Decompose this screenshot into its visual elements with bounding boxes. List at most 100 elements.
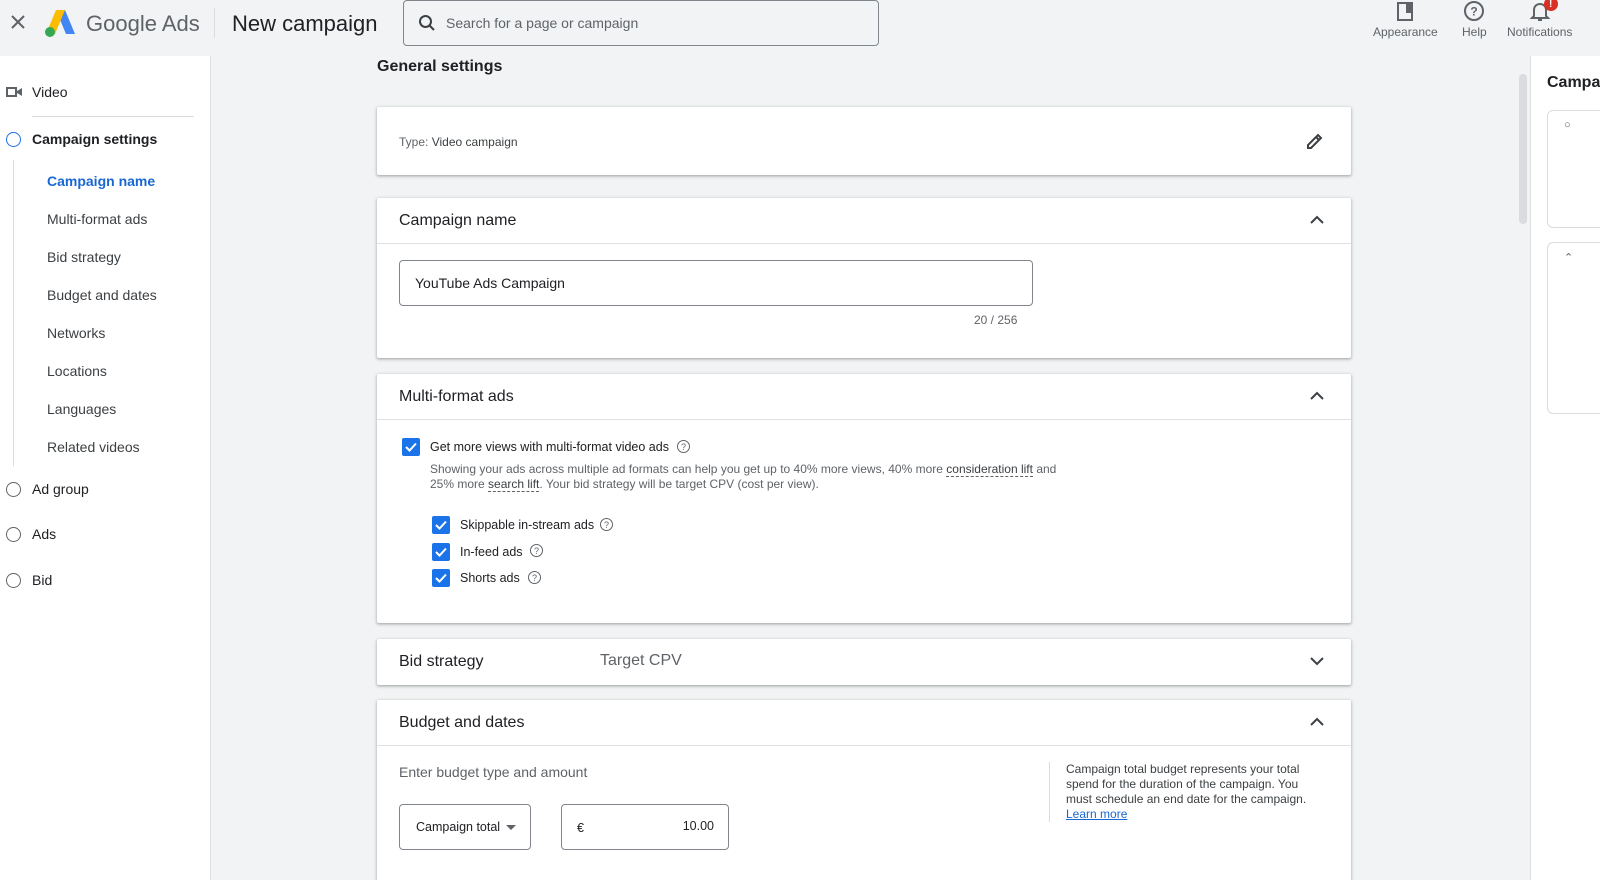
budget-type-value: Campaign total [416,820,501,834]
campaign-type-key: Type: [399,135,429,149]
shorts-ads-checkbox[interactable] [432,569,450,587]
brand-name: Google Ads [86,11,200,36]
search-icon [419,15,435,31]
campaign-name-title: Campaign name [399,211,517,229]
help-circle-icon[interactable]: ? [530,544,543,557]
summary-card: ○ [1547,110,1600,228]
budget-amount-field[interactable]: € [561,804,729,850]
budget-help-description: Campaign total budget represents your to… [1066,762,1307,806]
nav-sub-campaign-name[interactable]: Campaign name [47,173,155,189]
budget-amount-input[interactable] [634,819,714,833]
nav-sub-bid-strategy[interactable]: Bid strategy [47,249,121,265]
dropdown-arrow-icon [506,825,516,830]
nav-sub-multi-format-ads[interactable]: Multi-format ads [47,211,147,227]
notifications-label: Notifications [1507,25,1573,39]
search-input[interactable] [446,15,866,31]
nav-step-campaign-settings[interactable]: Campaign settings [0,131,157,147]
nav-sub-languages[interactable]: Languages [47,401,116,417]
summary-card-icon: ⌃ [1564,252,1574,264]
notification-icon-wrap: ! [1529,0,1558,22]
help-button[interactable]: ? Help [1462,0,1487,39]
in-feed-ads-checkbox[interactable] [432,543,450,561]
chevron-up-icon[interactable] [1309,388,1325,404]
desc-text-3: . Your bid strategy will be target CPV (… [539,477,819,491]
chevron-down-icon[interactable] [1309,653,1325,669]
in-feed-ads-label: In-feed ads [460,545,523,559]
nav-step-ad-group[interactable]: Ad group [0,481,89,497]
nav-step-label: Ads [32,526,57,542]
currency-symbol: € [577,821,584,835]
checkmark-icon [405,442,417,452]
help-circle-icon[interactable]: ? [600,518,613,531]
appearance-label: Appearance [1373,25,1438,39]
close-icon [11,15,25,29]
campaign-type-value: Video campaign [431,135,518,149]
notifications-button[interactable]: ! Notifications [1507,0,1572,39]
step-circle-icon [6,131,21,147]
nav-video-label: Video [32,84,68,100]
close-button[interactable] [6,10,30,34]
bid-strategy-header[interactable]: Bid strategy Target CPV [377,639,1351,685]
nav-step-label: Campaign settings [32,131,158,147]
budget-prompt: Enter budget type and amount [399,764,588,780]
nav-sub-locations[interactable]: Locations [47,363,107,379]
campaign-type-card: Type: Video campaign [377,107,1351,175]
nav-step-label: Ad group [32,481,89,497]
appearance-icon [1397,2,1414,21]
help-circle-icon[interactable]: ? [677,440,690,453]
campaign-type-text: Type: Video campaign [399,135,518,149]
checkmark-icon [435,573,447,583]
summary-card-icon: ○ [1564,119,1571,131]
multi-format-title: Multi-format ads [399,387,514,405]
skippable-in-stream-checkbox[interactable] [432,516,450,534]
campaign-name-input[interactable] [399,260,1033,306]
budget-header[interactable]: Budget and dates [377,700,1351,746]
desc-text-1: Showing your ads across multiple ad form… [430,462,947,476]
search-lift-link[interactable]: search lift [488,477,540,492]
multi-format-checkbox-label: Get more views with multi-format video a… [430,440,669,454]
checkmark-icon [435,547,447,557]
section-heading: General settings [377,58,503,75]
budget-title: Budget and dates [399,713,525,731]
nav-step-line [13,160,14,466]
notification-badge: ! [1543,0,1558,11]
bid-strategy-title: Bid strategy [399,653,484,670]
chevron-up-icon[interactable] [1309,212,1325,228]
search-box[interactable] [403,0,879,46]
summary-card: ⌃ [1547,242,1600,414]
nav-sub-networks[interactable]: Networks [47,325,105,341]
appearance-button[interactable]: Appearance [1373,0,1438,39]
budget-type-select[interactable]: Campaign total [399,804,531,850]
chevron-up-icon[interactable] [1309,714,1325,730]
left-navigation: Video Campaign settings Campaign name Mu… [0,56,211,880]
help-circle-icon[interactable]: ? [528,571,541,584]
edit-pencil-icon[interactable] [1305,131,1325,151]
campaign-name-header[interactable]: Campaign name [377,198,1351,244]
multi-format-ads-card: Multi-format ads Get more views with mul… [377,374,1351,623]
bid-strategy-card[interactable]: Bid strategy Target CPV [377,639,1351,685]
multi-format-header[interactable]: Multi-format ads [377,374,1351,420]
character-counter: 20 / 256 [974,313,1018,327]
main-scrollbar[interactable] [1517,60,1529,880]
nav-step-label: Bid [32,572,53,588]
bid-strategy-value: Target CPV [600,652,682,669]
step-circle-icon [6,481,21,497]
campaign-name-card: Campaign name 20 / 256 [377,198,1351,358]
video-camera-icon [6,87,22,97]
top-bar: Google Ads New campaign Appearance ? Hel… [0,0,1600,56]
step-circle-icon [6,526,21,542]
multi-format-description: Showing your ads across multiple ad form… [430,462,1070,492]
right-summary-panel: Campaign summary ○ ⌃ [1530,56,1600,880]
scrollbar-thumb[interactable] [1519,74,1527,224]
nav-video[interactable]: Video [0,84,68,100]
nav-divider [32,116,194,117]
skippable-in-stream-label: Skippable in-stream ads [460,518,595,532]
learn-more-link[interactable]: Learn more [1066,807,1309,822]
consideration-lift-link[interactable]: consideration lift [946,462,1033,477]
nav-sub-budget-and-dates[interactable]: Budget and dates [47,287,157,303]
help-icon: ? [1464,1,1485,21]
multi-format-checkbox[interactable] [402,438,420,456]
nav-sub-related-videos[interactable]: Related videos [47,439,140,455]
nav-step-bid[interactable]: Bid [0,572,52,588]
nav-step-ads[interactable]: Ads [0,526,56,542]
